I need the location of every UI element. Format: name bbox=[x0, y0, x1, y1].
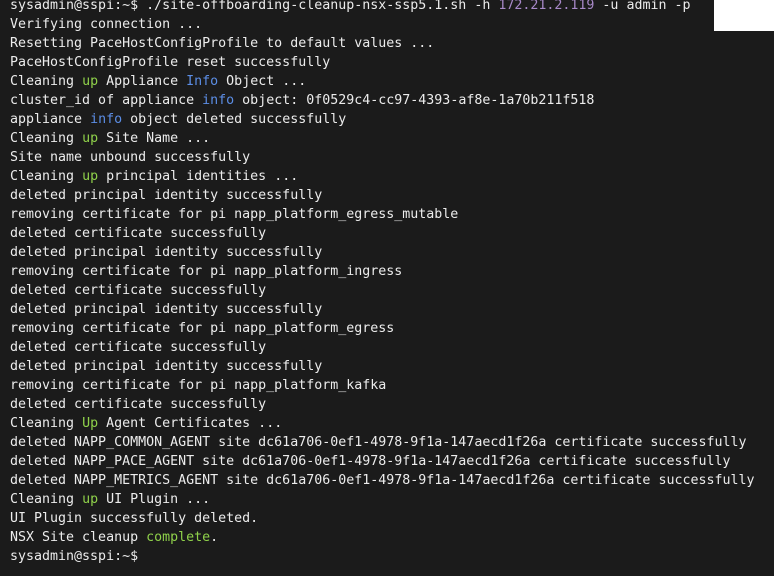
text-segment: Cleaning bbox=[10, 492, 83, 507]
text-segment: deleted principal identity successfully bbox=[10, 188, 323, 203]
text-segment: up bbox=[82, 131, 99, 146]
text-segment: info bbox=[202, 93, 235, 108]
text-segment: sysadmin@sspi:~$ bbox=[10, 549, 139, 564]
text-segment: info bbox=[90, 112, 123, 127]
text-segment: NSX Site cleanup bbox=[10, 530, 147, 545]
output-line: deleted NAPP_COMMON_AGENT site dc61a706-… bbox=[10, 433, 755, 452]
text-segment: cluster_id of appliance bbox=[10, 93, 203, 108]
output-line: Verifying connection ... bbox=[10, 15, 755, 34]
output-line: deleted certificate successfully bbox=[10, 395, 755, 414]
text-segment: deleted certificate successfully bbox=[10, 283, 267, 298]
output-line: Cleaning Up Agent Certificates ... bbox=[10, 414, 755, 433]
text-segment: Agent Certificates ... bbox=[98, 416, 283, 431]
output-line: removing certificate for pi napp_platfor… bbox=[10, 319, 755, 338]
text-segment: Object ... bbox=[218, 74, 307, 89]
output-line: Cleaning up Site Name ... bbox=[10, 129, 755, 148]
text-segment: deleted certificate successfully bbox=[10, 340, 267, 355]
terminal-window[interactable]: sysadmin@sspi:~$ ./site-offboarding-clea… bbox=[0, 0, 774, 576]
text-segment: deleted principal identity successfully bbox=[10, 359, 323, 374]
text-segment: Appliance bbox=[98, 74, 187, 89]
text-segment: up bbox=[82, 74, 99, 89]
output-line: appliance info object deleted successful… bbox=[10, 110, 755, 129]
text-segment: removing certificate for pi napp_platfor… bbox=[10, 321, 395, 336]
text-segment: Cleaning bbox=[10, 131, 83, 146]
output-line: Resetting PaceHostConfigProfile to defau… bbox=[10, 34, 755, 53]
text-segment: Verifying connection ... bbox=[10, 17, 203, 32]
text-segment: Cleaning bbox=[10, 416, 83, 431]
text-segment: Resetting PaceHostConfigProfile to defau… bbox=[10, 36, 435, 51]
text-segment: . bbox=[210, 530, 219, 545]
output-line: removing certificate for pi napp_platfor… bbox=[10, 205, 755, 224]
output-line: Cleaning up UI Plugin ... bbox=[10, 490, 755, 509]
text-segment: sysadmin@sspi:~$ ./site-offboarding-clea… bbox=[10, 0, 499, 13]
text-segment: deleted NAPP_METRICS_AGENT site dc61a706… bbox=[10, 473, 755, 488]
text-segment: UI Plugin ... bbox=[98, 492, 211, 507]
output-line: removing certificate for pi napp_platfor… bbox=[10, 376, 755, 395]
output-line: deleted certificate successfully bbox=[10, 224, 755, 243]
text-segment: object deleted successfully bbox=[122, 112, 347, 127]
text-segment: Up bbox=[82, 416, 99, 431]
output-line: UI Plugin successfully deleted. bbox=[10, 509, 755, 528]
redaction-box bbox=[714, 0, 774, 31]
text-segment: appliance bbox=[10, 112, 91, 127]
prompt-line: sysadmin@sspi:~$ ./site-offboarding-clea… bbox=[10, 0, 755, 15]
text-segment: deleted principal identity successfully bbox=[10, 245, 323, 260]
text-segment: -u admin -p bbox=[594, 0, 691, 13]
text-segment: removing certificate for pi napp_platfor… bbox=[10, 264, 403, 279]
text-segment: deleted principal identity successfully bbox=[10, 302, 323, 317]
output-line: deleted certificate successfully bbox=[10, 338, 755, 357]
output-line: cluster_id of appliance info object: 0f0… bbox=[10, 91, 755, 110]
text-segment: UI Plugin successfully deleted. bbox=[10, 511, 259, 526]
text-segment: 172.21.2.119 bbox=[498, 0, 595, 13]
output-line: deleted certificate successfully bbox=[10, 281, 755, 300]
text-segment: Cleaning bbox=[10, 74, 83, 89]
output-line: deleted principal identity successfully bbox=[10, 300, 755, 319]
output-line: deleted principal identity successfully bbox=[10, 186, 755, 205]
text-segment: removing certificate for pi napp_platfor… bbox=[10, 207, 459, 222]
text-segment: Info bbox=[186, 74, 219, 89]
output-line: deleted principal identity successfully bbox=[10, 357, 755, 376]
output-line: Cleaning up Appliance Info Object ... bbox=[10, 72, 755, 91]
output-line: Cleaning up principal identities ... bbox=[10, 167, 755, 186]
text-segment: removing certificate for pi napp_platfor… bbox=[10, 378, 387, 393]
output-line: NSX Site cleanup complete. bbox=[10, 528, 755, 547]
text-segment: deleted certificate successfully bbox=[10, 226, 267, 241]
prompt-line: sysadmin@sspi:~$ bbox=[10, 547, 755, 566]
output-line: removing certificate for pi napp_platfor… bbox=[10, 262, 755, 281]
text-segment: complete bbox=[146, 530, 211, 545]
terminal-output: sysadmin@sspi:~$ ./site-offboarding-clea… bbox=[10, 0, 755, 566]
text-segment: up bbox=[82, 492, 99, 507]
output-line: deleted principal identity successfully bbox=[10, 243, 755, 262]
text-segment: deleted certificate successfully bbox=[10, 397, 267, 412]
text-segment: object: 0f0529c4-cc97-4393-af8e-1a70b211… bbox=[234, 93, 595, 108]
output-line: deleted NAPP_METRICS_AGENT site dc61a706… bbox=[10, 471, 755, 490]
output-line: Site name unbound successfully bbox=[10, 148, 755, 167]
text-segment: deleted NAPP_COMMON_AGENT site dc61a706-… bbox=[10, 435, 747, 450]
text-segment: up bbox=[82, 169, 99, 184]
text-segment: PaceHostConfigProfile reset successfully bbox=[10, 55, 331, 70]
text-segment: principal identities ... bbox=[98, 169, 299, 184]
text-segment: Site Name ... bbox=[98, 131, 211, 146]
text-segment: Cleaning bbox=[10, 169, 83, 184]
output-line: deleted NAPP_PACE_AGENT site dc61a706-0e… bbox=[10, 452, 755, 471]
text-segment: deleted NAPP_PACE_AGENT site dc61a706-0e… bbox=[10, 454, 731, 469]
text-segment: Site name unbound successfully bbox=[10, 150, 251, 165]
output-line: PaceHostConfigProfile reset successfully bbox=[10, 53, 755, 72]
